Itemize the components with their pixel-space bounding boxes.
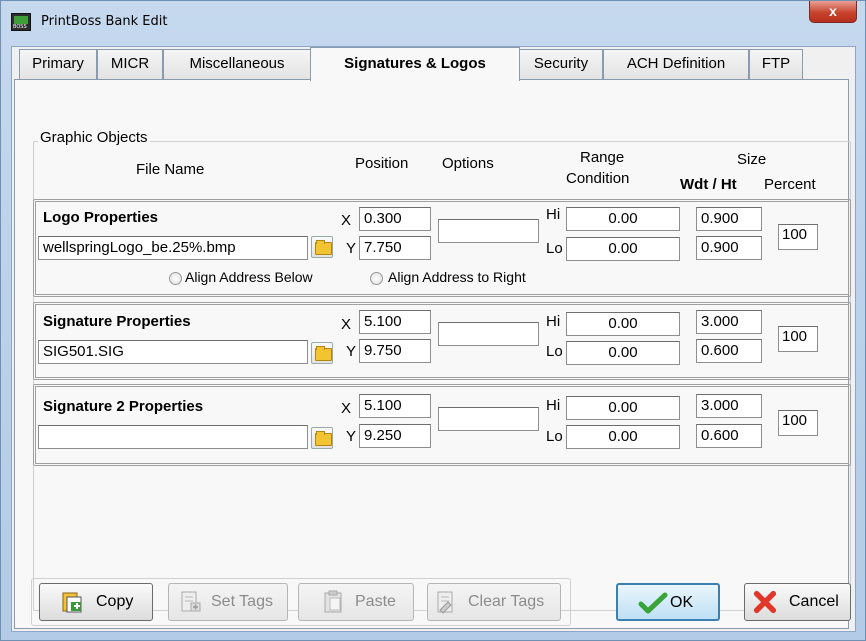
logo-y-input[interactable]: 7.750 <box>359 236 431 260</box>
align-right-label: Align Address to Right <box>388 269 526 285</box>
signature2-percent-input[interactable]: 100 <box>778 410 818 436</box>
signature-lo-label: Lo <box>546 343 563 360</box>
options-header: Options <box>442 155 494 172</box>
signature2-hi-input[interactable]: 0.00 <box>566 396 680 420</box>
range-header: Range <box>580 149 625 166</box>
signature-percent-input[interactable]: 100 <box>778 326 818 352</box>
signature-width-input[interactable]: 3.000 <box>696 310 762 334</box>
folder-icon[interactable] <box>311 236 333 258</box>
percent-header: Percent <box>764 176 816 193</box>
clear-tags-label: Clear Tags <box>468 593 545 610</box>
signature2-file-name-input[interactable] <box>38 425 308 449</box>
window-title: PrintBoss Bank Edit <box>41 14 168 29</box>
signature2-height-input[interactable]: 0.600 <box>696 424 762 448</box>
logo-lo-input[interactable]: 0.00 <box>566 237 680 261</box>
logo-x-input[interactable]: 0.300 <box>359 207 431 231</box>
checkmark-icon <box>638 592 668 614</box>
cancel-label: Cancel <box>789 593 839 610</box>
signature2-lo-label: Lo <box>546 428 563 445</box>
align-below-label: Align Address Below <box>185 269 313 285</box>
logo-hi-input[interactable]: 0.00 <box>566 207 680 231</box>
title-bar[interactable]: BOSS PrintBoss Bank Edit x <box>1 1 866 43</box>
graphic-objects-label: Graphic Objects <box>38 129 150 146</box>
set-tags-button[interactable]: Set Tags <box>168 583 288 621</box>
signature-y-label: Y <box>346 343 357 360</box>
paste-icon <box>324 590 342 613</box>
clear-tags-button[interactable]: Clear Tags <box>427 583 561 621</box>
logo-x-label: X <box>341 212 352 229</box>
signature2-x-label: X <box>341 400 352 417</box>
tab-ach-definition[interactable]: ACH Definition <box>603 49 749 79</box>
logo-height-input[interactable]: 0.900 <box>696 236 762 260</box>
signature-properties-title: Signature Properties <box>43 313 191 330</box>
set-tags-icon <box>181 591 201 612</box>
signature-x-input[interactable]: 5.100 <box>359 310 431 334</box>
logo-options-input[interactable] <box>438 219 539 243</box>
logo-lo-label: Lo <box>546 240 563 257</box>
ok-label: OK <box>670 594 694 611</box>
signature2-y-input[interactable]: 9.250 <box>359 424 431 448</box>
tab-miscellaneous[interactable]: Miscellaneous <box>163 49 311 79</box>
signature2-lo-input[interactable]: 0.00 <box>566 425 680 449</box>
signature2-options-input[interactable] <box>438 407 539 431</box>
size-header: Size <box>737 151 767 168</box>
signature-file-name-input[interactable]: SIG501.SIG <box>38 340 308 364</box>
cancel-button[interactable]: Cancel <box>744 583 851 621</box>
folder-icon[interactable] <box>311 427 333 449</box>
logo-width-input[interactable]: 0.900 <box>696 207 762 231</box>
wdt-ht-header: Wdt / Ht <box>680 176 737 193</box>
logo-percent-input[interactable]: 100 <box>778 224 818 250</box>
paste-label: Paste <box>355 593 396 610</box>
signature-hi-label: Hi <box>546 313 561 330</box>
signature2-x-input[interactable]: 5.100 <box>359 394 431 418</box>
close-icon: x <box>829 3 837 19</box>
align-right-radio[interactable] <box>370 272 383 285</box>
logo-hi-label: Hi <box>546 206 561 223</box>
signature2-properties-title: Signature 2 Properties <box>43 398 204 415</box>
close-button[interactable]: x <box>809 1 857 23</box>
logo-properties-title: Logo Properties <box>43 209 159 226</box>
signature-options-input[interactable] <box>438 322 539 346</box>
condition-header: Condition <box>566 170 630 187</box>
folder-icon[interactable] <box>311 342 333 364</box>
logo-y-label: Y <box>346 240 357 257</box>
clear-tags-icon <box>437 591 453 614</box>
tab-micr[interactable]: MICR <box>97 49 163 79</box>
align-below-radio[interactable] <box>169 272 182 285</box>
copy-button[interactable]: Copy <box>39 583 153 621</box>
tab-signatures-logos[interactable]: Signatures & Logos <box>310 47 520 81</box>
printboss-app-icon: BOSS <box>11 13 31 31</box>
copy-icon <box>62 592 82 613</box>
tab-security[interactable]: Security <box>519 49 603 79</box>
signature2-y-label: Y <box>346 428 357 445</box>
tab-ftp[interactable]: FTP <box>749 49 803 79</box>
file-name-header: File Name <box>136 161 205 178</box>
copy-label: Copy <box>96 593 134 610</box>
tab-primary[interactable]: Primary <box>19 49 97 79</box>
ok-button[interactable]: OK <box>616 583 720 621</box>
signature-height-input[interactable]: 0.600 <box>696 339 762 363</box>
logo-file-name-input[interactable]: wellspringLogo_be.25%.bmp <box>38 236 308 260</box>
signature2-hi-label: Hi <box>546 397 561 414</box>
signature-hi-input[interactable]: 0.00 <box>566 312 680 336</box>
red-x-icon <box>753 590 777 614</box>
signature2-width-input[interactable]: 3.000 <box>696 394 762 418</box>
paste-button[interactable]: Paste <box>298 583 414 621</box>
signature-y-input[interactable]: 9.750 <box>359 339 431 363</box>
position-header: Position <box>355 155 409 172</box>
signature-x-label: X <box>341 316 352 333</box>
set-tags-label: Set Tags <box>211 593 273 610</box>
signature-lo-input[interactable]: 0.00 <box>566 341 680 365</box>
